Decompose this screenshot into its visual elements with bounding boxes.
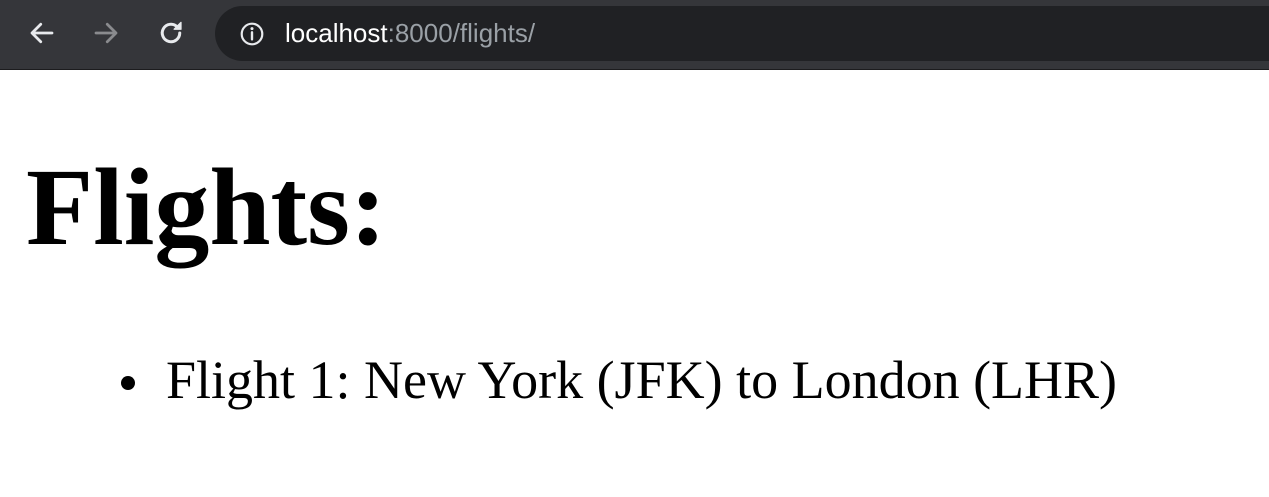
bullet-icon [121,376,135,390]
url-host: localhost [285,18,388,48]
browser-toolbar: localhost:8000/flights/ [0,0,1269,70]
forward-button[interactable] [86,13,126,53]
forward-arrow-icon [94,22,118,44]
address-bar[interactable]: localhost:8000/flights/ [215,6,1269,61]
back-button[interactable] [22,13,62,53]
page-content: Flights: Flight 1: New York (JFK) to Lon… [0,70,1269,497]
flight-label: Flight 1: New York (JFK) to London (LHR) [166,350,1118,410]
reload-button[interactable] [151,13,191,53]
back-arrow-icon [30,22,54,44]
info-icon[interactable] [239,21,265,47]
flight-list: Flight 1: New York (JFK) to London (LHR) [0,348,1117,412]
page-title: Flights: [26,146,387,268]
url-text[interactable]: localhost:8000/flights/ [285,6,535,61]
reload-icon [160,21,182,44]
url-path: :8000/flights/ [387,18,536,48]
list-item: Flight 1: New York (JFK) to London (LHR) [0,348,1117,412]
